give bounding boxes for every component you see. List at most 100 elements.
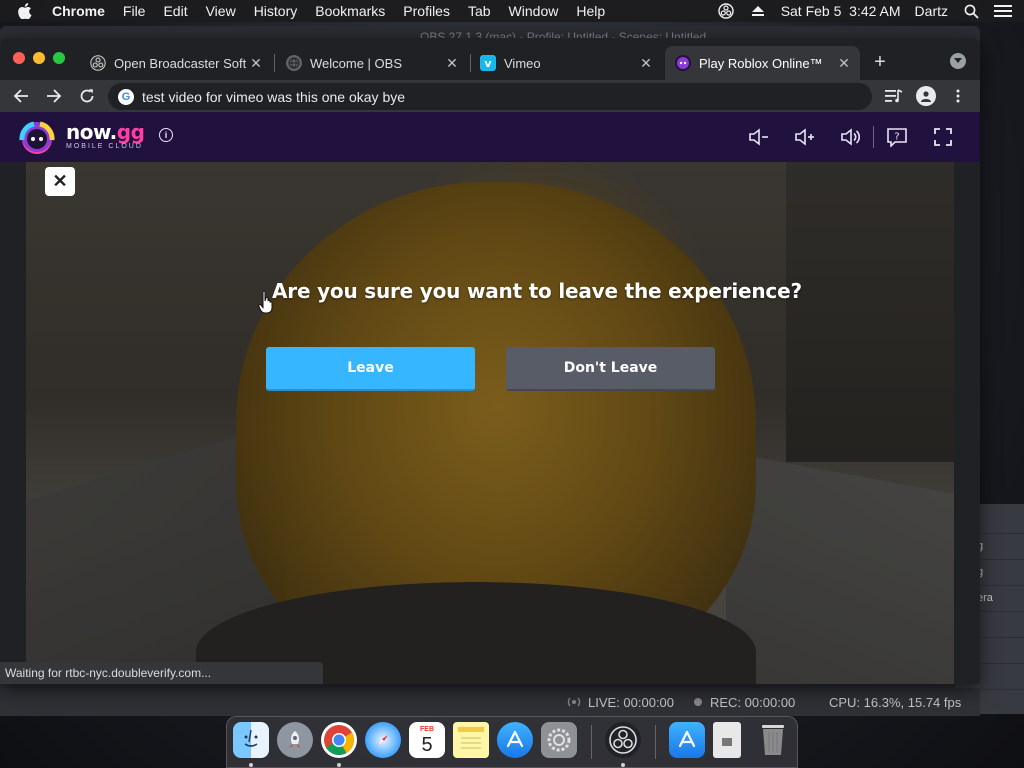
obs-rec-label: REC: 00:00:00 <box>710 694 796 710</box>
control-center-icon[interactable] <box>994 2 1012 20</box>
forward-arrow-icon[interactable] <box>44 86 64 106</box>
tab-label: Vimeo <box>504 55 541 71</box>
address-bar-text[interactable]: test video for vimeo was this one okay b… <box>142 89 405 105</box>
calendar-month: FEB <box>420 725 434 733</box>
obs-rec-status: REC: 00:00:00 <box>694 695 795 710</box>
nowgg-subtitle: MOBILE CLOUD <box>66 143 143 150</box>
nowgg-wordmark-gg: gg <box>116 120 145 144</box>
tab-strip: Open Broadcaster Soft ✕ Welcome | OBS ✕ … <box>0 38 980 80</box>
menu-history[interactable]: History <box>254 3 298 19</box>
menu-help[interactable]: Help <box>576 3 605 19</box>
tab-separator <box>274 54 275 72</box>
calendar-day: 5 <box>421 733 433 756</box>
game-viewport[interactable]: ✕ Are you sure you want to leave the exp… <box>26 162 954 684</box>
menu-file[interactable]: File <box>123 3 146 19</box>
reload-icon[interactable] <box>77 86 97 106</box>
menu-edit[interactable]: Edit <box>163 3 187 19</box>
globe-icon <box>286 55 302 71</box>
running-indicator <box>337 763 341 767</box>
address-bar[interactable]: G test video for vimeo was this one okay… <box>108 83 872 110</box>
nowgg-header: now.gg MOBILE CLOUD i ? <box>0 112 980 162</box>
tab-search-chevron-icon[interactable] <box>950 53 966 69</box>
info-icon[interactable]: i <box>159 128 173 142</box>
running-indicator <box>249 763 253 767</box>
leave-button[interactable]: Leave <box>266 347 475 391</box>
menubar-clock[interactable]: Sat Feb 5 3:42 AM <box>781 3 901 19</box>
apple-menu-icon[interactable] <box>18 0 38 22</box>
nowgg-icon <box>675 55 691 71</box>
safari-icon[interactable] <box>365 722 401 758</box>
window-close-button[interactable] <box>13 52 25 64</box>
obs-icon[interactable] <box>605 722 641 758</box>
launchpad-icon[interactable] <box>277 722 313 758</box>
window-minimize-button[interactable] <box>33 52 45 64</box>
trash-icon[interactable] <box>755 722 791 758</box>
vimeo-icon: v <box>480 55 496 71</box>
obs-live-status: LIVE: 00:00:00 <box>566 695 674 710</box>
chrome-icon[interactable] <box>321 722 357 758</box>
notes-icon[interactable] <box>453 722 489 758</box>
tab-close-icon[interactable]: ✕ <box>444 55 460 71</box>
menu-view[interactable]: View <box>206 3 236 19</box>
google-icon: G <box>118 88 134 105</box>
obs-status-bar: LIVE: 00:00:00 REC: 00:00:00 CPU: 16.3%,… <box>0 688 980 716</box>
document-icon[interactable] <box>713 722 741 758</box>
new-tab-button[interactable]: + <box>870 51 890 73</box>
spotlight-search-icon[interactable] <box>962 2 980 20</box>
menu-app-chrome[interactable]: Chrome <box>52 3 105 19</box>
modal-overlay <box>26 162 954 684</box>
broadcast-icon <box>567 697 581 707</box>
page-load-status: Waiting for rtbc-nyc.doubleverify.com... <box>0 662 323 684</box>
obs-live-label: LIVE: 00:00:00 <box>588 694 675 710</box>
obs-status-icon[interactable] <box>717 2 735 20</box>
more-options-icon[interactable] <box>948 86 968 106</box>
tab-close-icon[interactable]: ✕ <box>638 55 654 71</box>
obs-icon <box>90 55 106 71</box>
tab-label: Welcome | OBS <box>310 55 402 71</box>
tab-obs[interactable]: Open Broadcaster Soft ✕ <box>80 46 272 80</box>
nowgg-wordmark: now.gg <box>66 120 145 144</box>
finder-icon[interactable] <box>233 722 269 758</box>
speaker-icon[interactable] <box>840 126 862 148</box>
help-feedback-icon[interactable]: ? <box>886 126 908 148</box>
menu-profiles[interactable]: Profiles <box>403 3 450 19</box>
dont-leave-button[interactable]: Don't Leave <box>506 347 715 391</box>
system-preferences-icon[interactable] <box>541 722 577 758</box>
menu-bookmarks[interactable]: Bookmarks <box>315 3 385 19</box>
obs-cpu-label: CPU: 16.3%, 15.74 fps <box>829 694 962 710</box>
macos-menu-bar: Chrome File Edit View History Bookmarks … <box>0 0 1024 22</box>
dock-separator <box>591 725 592 759</box>
dock-separator <box>655 725 656 759</box>
tab-close-icon[interactable]: ✕ <box>248 55 264 71</box>
app-store-icon[interactable] <box>497 722 533 758</box>
menu-tab[interactable]: Tab <box>468 3 491 19</box>
chrome-window: Open Broadcaster Soft ✕ Welcome | OBS ✕ … <box>0 38 980 684</box>
app-store-downloads-icon[interactable] <box>669 722 705 758</box>
back-arrow-icon[interactable] <box>11 86 31 106</box>
volume-up-icon[interactable] <box>794 126 816 148</box>
menubar-user[interactable]: Dartz <box>915 3 948 19</box>
tab-vimeo[interactable]: v Vimeo ✕ <box>470 46 662 80</box>
tab-label: Open Broadcaster Soft <box>114 55 246 71</box>
header-divider <box>873 126 874 148</box>
tab-close-icon[interactable]: ✕ <box>836 55 852 71</box>
close-dialog-button[interactable]: ✕ <box>45 167 75 196</box>
record-dot-icon <box>694 698 702 706</box>
volume-down-icon[interactable] <box>748 126 770 148</box>
calendar-icon[interactable]: FEB 5 <box>409 722 445 758</box>
tab-label: Play Roblox Online™ <box>699 55 823 71</box>
nowgg-wordmark-now: now. <box>66 120 117 144</box>
browser-toolbar: G test video for vimeo was this one okay… <box>0 80 980 112</box>
tab-play-roblox[interactable]: Play Roblox Online™ ✕ <box>665 46 860 80</box>
window-zoom-button[interactable] <box>53 52 65 64</box>
eject-icon[interactable] <box>749 2 767 20</box>
macos-dock: FEB 5 <box>226 716 798 768</box>
media-queue-icon[interactable] <box>884 86 904 106</box>
svg-text:?: ? <box>894 132 899 143</box>
nowgg-logo-icon[interactable] <box>14 120 60 156</box>
hand-cursor-icon <box>258 290 273 314</box>
tab-welcome-obs[interactable]: Welcome | OBS ✕ <box>276 46 468 80</box>
menu-window[interactable]: Window <box>509 3 559 19</box>
fullscreen-icon[interactable] <box>932 126 954 148</box>
profile-avatar-icon[interactable] <box>916 86 936 106</box>
